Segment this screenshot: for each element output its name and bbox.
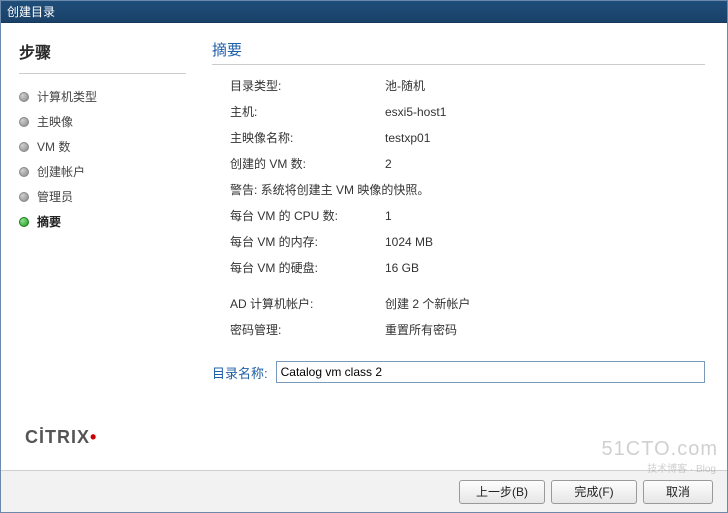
summary-value: 创建 2 个新帐户 [385, 295, 705, 312]
main-title: 摘要 [212, 39, 705, 60]
step-computer-type[interactable]: 计算机类型 [19, 84, 186, 109]
row-gap [230, 285, 705, 295]
summary-rows: 目录类型: 池-随机 主机: esxi5-host1 主映像名称: testxp… [212, 77, 705, 347]
brand-logo: CİTRIX• [19, 427, 186, 460]
finish-button[interactable]: 完成(F) [551, 480, 637, 504]
window-title: 创建目录 [7, 5, 55, 19]
summary-row: 主映像名称: testxp01 [230, 129, 705, 146]
sidebar: 步骤 计算机类型 主映像 VM 数 创建帐户 [1, 23, 196, 470]
brand-dot-icon: • [90, 427, 97, 447]
summary-label: 目录类型: [230, 77, 385, 94]
bullet-icon [19, 92, 29, 102]
summary-row: 每台 VM 的内存: 1024 MB [230, 233, 705, 250]
summary-value: 1 [385, 209, 705, 223]
step-label: 创建帐户 [37, 163, 85, 180]
summary-label: 每台 VM 的硬盘: [230, 259, 385, 276]
summary-label: 主机: [230, 103, 385, 120]
step-vm-count[interactable]: VM 数 [19, 134, 186, 159]
summary-row: 主机: esxi5-host1 [230, 103, 705, 120]
summary-row: 密码管理: 重置所有密码 [230, 321, 705, 338]
summary-label: 创建的 VM 数: [230, 155, 385, 172]
summary-label: 警告: 系统将创建主 VM 映像的快照。 [230, 181, 429, 198]
summary-label: 每台 VM 的内存: [230, 233, 385, 250]
summary-row: 每台 VM 的硬盘: 16 GB [230, 259, 705, 276]
sidebar-divider [19, 73, 186, 74]
summary-label: AD 计算机帐户: [230, 295, 385, 312]
step-label: 主映像 [37, 113, 73, 130]
summary-row: AD 计算机帐户: 创建 2 个新帐户 [230, 295, 705, 312]
window-title-bar: 创建目录 [1, 1, 727, 23]
window-body: 步骤 计算机类型 主映像 VM 数 创建帐户 [1, 23, 727, 470]
catalog-name-input[interactable] [276, 361, 705, 383]
bullet-icon [19, 167, 29, 177]
step-label: 管理员 [37, 188, 73, 205]
step-admin[interactable]: 管理员 [19, 184, 186, 209]
summary-row: 每台 VM 的 CPU 数: 1 [230, 207, 705, 224]
bullet-icon [19, 217, 29, 227]
bullet-icon [19, 192, 29, 202]
catalog-name-label: 目录名称: [212, 363, 268, 382]
back-button[interactable]: 上一步(B) [459, 480, 545, 504]
summary-row: 创建的 VM 数: 2 [230, 155, 705, 172]
wizard-window: 创建目录 步骤 计算机类型 主映像 VM 数 [0, 0, 728, 513]
main-panel: 摘要 目录类型: 池-随机 主机: esxi5-host1 主映像名称: tes… [196, 23, 727, 470]
footer: 上一步(B) 完成(F) 取消 [1, 470, 727, 512]
summary-label: 密码管理: [230, 321, 385, 338]
step-label: VM 数 [37, 138, 70, 155]
sidebar-title: 步骤 [19, 39, 186, 63]
summary-value: esxi5-host1 [385, 105, 705, 119]
summary-value: 1024 MB [385, 235, 705, 249]
summary-value: 2 [385, 157, 705, 171]
bullet-icon [19, 117, 29, 127]
catalog-name-row: 目录名称: [212, 361, 705, 383]
step-label: 计算机类型 [37, 88, 97, 105]
cancel-button[interactable]: 取消 [643, 480, 713, 504]
step-label: 摘要 [37, 213, 61, 230]
summary-value: 池-随机 [385, 77, 705, 94]
summary-value: 重置所有密码 [385, 321, 705, 338]
summary-value: 16 GB [385, 261, 705, 275]
summary-row: 目录类型: 池-随机 [230, 77, 705, 94]
summary-warning: 警告: 系统将创建主 VM 映像的快照。 [230, 181, 705, 198]
step-summary[interactable]: 摘要 [19, 209, 186, 234]
summary-label: 主映像名称: [230, 129, 385, 146]
step-create-accounts[interactable]: 创建帐户 [19, 159, 186, 184]
main-divider [212, 64, 705, 65]
step-master-image[interactable]: 主映像 [19, 109, 186, 134]
step-list: 计算机类型 主映像 VM 数 创建帐户 管理员 [19, 84, 186, 234]
bullet-icon [19, 142, 29, 152]
summary-label: 每台 VM 的 CPU 数: [230, 207, 385, 224]
brand-text: CİTRIX [25, 427, 90, 447]
summary-value: testxp01 [385, 131, 705, 145]
